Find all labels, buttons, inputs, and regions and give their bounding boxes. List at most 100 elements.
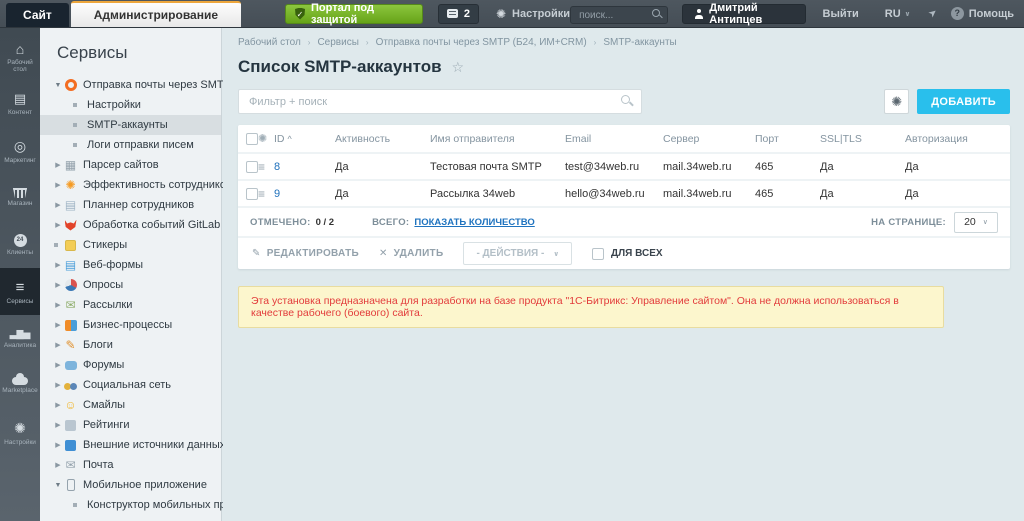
- column-header-server[interactable]: Сервер: [663, 125, 755, 154]
- cell-sender: Тестовая почта SMTP: [430, 153, 565, 181]
- rail-item-analytics[interactable]: ▃▇▅ Аналитика: [0, 315, 40, 362]
- chevron-right-icon: ▶: [55, 162, 61, 169]
- row-checkbox[interactable]: [246, 187, 258, 200]
- menu-item-external-data[interactable]: ▶ Внешние источники данных: [40, 435, 225, 455]
- tab-administration[interactable]: Администрирование: [70, 1, 242, 27]
- notifications-badge[interactable]: 2: [437, 3, 479, 24]
- help-button[interactable]: Помощь: [950, 7, 1014, 20]
- main-content: Рабочий стол › Сервисы › Отправка почты …: [223, 28, 1024, 521]
- chevron-expanded-icon: ▼: [54, 81, 62, 89]
- rail-item-store[interactable]: Магазин: [0, 174, 40, 221]
- menu-item-mailing[interactable]: ▶ ✉ Рассылки: [40, 295, 221, 315]
- menu-item-social-network[interactable]: ▶ Социальная сеть: [40, 375, 221, 395]
- bullet-icon: [54, 243, 58, 247]
- grid-settings-button[interactable]: ✺: [884, 89, 910, 114]
- menu-item-mail[interactable]: ▶ ✉ Почта: [40, 455, 221, 475]
- tab-site[interactable]: Сайт: [6, 3, 69, 27]
- topbar-settings-label: Настройки: [512, 7, 571, 20]
- rail-item-services[interactable]: ≡ Сервисы: [0, 268, 40, 315]
- breadcrumb-separator: ›: [593, 38, 597, 47]
- edit-button[interactable]: ✎ РЕДАКТИРОВАТЬ: [252, 248, 359, 259]
- portal-protected-button[interactable]: Портал под защитой: [285, 2, 423, 26]
- for-all-checkbox[interactable]: [592, 247, 605, 260]
- menu-label: Опросы: [83, 279, 124, 291]
- topbar-settings-button[interactable]: ✺ Настройки: [496, 8, 570, 20]
- favorite-star-icon[interactable]: ☆: [452, 59, 465, 76]
- rail-item-desktop[interactable]: ⌂ Рабочий стол: [0, 33, 40, 80]
- for-all-checkbox-group[interactable]: ДЛЯ ВСЕХ: [592, 247, 663, 260]
- column-settings-gear-icon[interactable]: ✺: [258, 133, 267, 145]
- menu-item-stickers[interactable]: Стикеры: [40, 235, 221, 255]
- filter-search-input[interactable]: [238, 89, 642, 114]
- menu-label: Обработка событий GitLab: [83, 219, 221, 231]
- menu-item-planner[interactable]: ▶ ▤ Планнер сотрудников: [40, 195, 221, 215]
- menu-item-web-forms[interactable]: ▶ ▤ Веб-формы: [40, 255, 221, 275]
- column-header-active[interactable]: Активность: [335, 125, 430, 154]
- chevron-down-icon: ∨: [553, 250, 560, 258]
- menu-item-forums[interactable]: ▶ Форумы: [40, 355, 221, 375]
- user-menu-button[interactable]: Дмитрий Антипцев: [682, 2, 806, 26]
- rail-item-clients[interactable]: 24 Клиенты: [0, 221, 40, 268]
- shield-check-icon: [295, 7, 306, 20]
- menu-item-send-logs[interactable]: Логи отправки писем: [40, 135, 221, 155]
- menu-label: Эффективность сотрудников: [83, 179, 232, 191]
- row-checkbox[interactable]: [246, 160, 258, 173]
- rail-item-content[interactable]: ▤ Контент: [0, 80, 40, 127]
- cell-port: 465: [755, 153, 820, 181]
- breadcrumb-item-services[interactable]: Сервисы: [317, 37, 358, 48]
- menu-item-ratings[interactable]: ▶ Рейтинги: [40, 415, 221, 435]
- menu-item-blogs[interactable]: ▶ ✎ Блоги: [40, 335, 221, 355]
- menu-item-site-parser[interactable]: ▶ ▦ Парсер сайтов: [40, 155, 221, 175]
- menu-item-gitlab[interactable]: ▶ Обработка событий GitLab: [40, 215, 221, 235]
- column-header-ssl[interactable]: SSL|TLS: [820, 125, 905, 154]
- column-header-auth[interactable]: Авторизация: [905, 125, 1010, 154]
- cell-ssl: Да: [820, 153, 905, 181]
- row-menu-icon[interactable]: ≡: [258, 160, 265, 174]
- menu-item-settings[interactable]: Настройки: [40, 95, 221, 115]
- table-row[interactable]: ≡ 9 Да Рассылка 34web hello@34web.ru mai…: [238, 180, 1010, 208]
- menu-item-smtp-send[interactable]: ▼ Отправка почты через SMTP (Б24, ИМ+CRM…: [40, 75, 315, 95]
- breadcrumb-item-smtp-accounts[interactable]: SMTP-аккаунты: [603, 37, 676, 48]
- per-page-select[interactable]: 20 ∨: [954, 211, 998, 233]
- rail-item-marketplace[interactable]: Marketplace: [0, 362, 40, 409]
- rail-item-marketing[interactable]: ◎ Маркетинг: [0, 127, 40, 174]
- speech-bubble-icon: [446, 9, 458, 18]
- rail-label: Аналитика: [3, 341, 37, 349]
- breadcrumb-item-smtp-module[interactable]: Отправка почты через SMTP (Б24, ИМ+CRM): [376, 37, 587, 48]
- column-header-port[interactable]: Порт: [755, 125, 820, 154]
- delete-button[interactable]: ✕ УДАЛИТЬ: [379, 248, 443, 259]
- menu-item-efficiency[interactable]: ▶ ✺ Эффективность сотрудников: [40, 175, 232, 195]
- thumbs-up-icon: [65, 419, 76, 431]
- column-header-id[interactable]: ID ^: [274, 125, 335, 154]
- show-count-link[interactable]: ПОКАЗАТЬ КОЛИЧЕСТВО: [414, 217, 534, 228]
- row-id-link[interactable]: 9: [274, 188, 280, 200]
- menu-item-business-processes[interactable]: ▶ Бизнес-процессы: [40, 315, 221, 335]
- row-menu-icon[interactable]: ≡: [258, 187, 265, 201]
- menu-item-mobile-constructor[interactable]: Конструктор мобильных приложений: [40, 495, 276, 515]
- pin-icon[interactable]: ➤: [927, 7, 940, 21]
- logout-link[interactable]: Выйти: [823, 8, 859, 20]
- menu-label: SMTP-аккаунты: [87, 119, 168, 131]
- chevron-right-icon: ▶: [55, 262, 61, 269]
- rail-item-settings[interactable]: ✺ Настройки: [0, 409, 40, 456]
- menu-item-mobile-app[interactable]: ▼ Мобильное приложение: [40, 475, 221, 495]
- pie-chart-icon: [64, 279, 77, 291]
- menu-label: Блоги: [83, 339, 113, 351]
- table-row[interactable]: ≡ 8 Да Тестовая почта SMTP test@34web.ru…: [238, 153, 1010, 181]
- menu-item-smiles[interactable]: ▶ ☺ Смайлы: [40, 395, 221, 415]
- breadcrumb-separator: ›: [307, 38, 311, 47]
- add-button[interactable]: ДОБАВИТЬ: [917, 89, 1010, 114]
- menu-item-polls[interactable]: ▶ Опросы: [40, 275, 221, 295]
- select-all-checkbox[interactable]: [246, 132, 258, 145]
- chevron-right-icon: ▶: [55, 422, 61, 429]
- menu-item-smtp-accounts[interactable]: SMTP-аккаунты: [40, 115, 221, 135]
- gear-icon: ✺: [14, 419, 26, 436]
- row-id-link[interactable]: 8: [274, 161, 280, 173]
- bullet-icon: [73, 103, 77, 107]
- column-header-sender[interactable]: Имя отправителя: [430, 125, 565, 154]
- column-header-email[interactable]: Email: [565, 125, 663, 154]
- language-selector[interactable]: RU ∨: [885, 8, 911, 20]
- help-label: Помощь: [968, 7, 1014, 20]
- breadcrumb-item-desktop[interactable]: Рабочий стол: [238, 37, 301, 48]
- actions-dropdown[interactable]: - ДЕЙСТВИЯ - ∨: [463, 242, 573, 265]
